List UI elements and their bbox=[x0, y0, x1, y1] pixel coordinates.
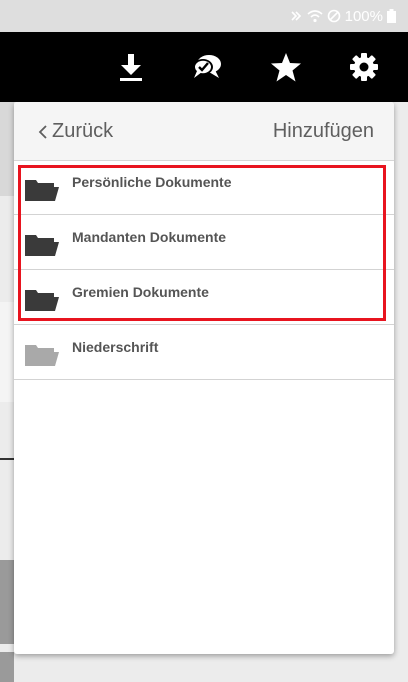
wifi-icon bbox=[307, 9, 323, 23]
settings-button[interactable] bbox=[340, 32, 388, 102]
toolbar bbox=[0, 32, 408, 102]
status-bar: 100% bbox=[0, 0, 408, 32]
chevron-left-icon bbox=[38, 124, 47, 139]
mute-icon bbox=[289, 9, 303, 23]
battery-level: 100% bbox=[344, 7, 383, 25]
folder-icon bbox=[25, 235, 59, 256]
folder-item-gremien-dokumente[interactable]: Gremien Dokumente bbox=[14, 270, 394, 325]
battery-icon bbox=[387, 9, 396, 23]
download-icon bbox=[120, 54, 142, 81]
gear-icon bbox=[350, 53, 378, 81]
back-button[interactable]: Zurück bbox=[38, 120, 113, 143]
folder-item-niederschrift[interactable]: Niederschrift bbox=[14, 325, 394, 380]
folder-item-mandanten-dokumente[interactable]: Mandanten Dokumente bbox=[14, 215, 394, 270]
folder-label: Gremien Dokumente bbox=[72, 284, 209, 300]
folder-icon bbox=[25, 180, 59, 201]
status-icons: 100% bbox=[289, 7, 396, 25]
folder-list: Persönliche Dokumente Mandanten Dokument… bbox=[14, 160, 394, 380]
popover-header: Zurück Hinzufügen bbox=[14, 102, 394, 161]
back-label: Zurück bbox=[52, 120, 114, 142]
add-button[interactable]: Hinzufügen bbox=[273, 120, 374, 143]
no-signal-icon bbox=[327, 9, 341, 23]
folder-label: Mandanten Dokumente bbox=[72, 229, 227, 245]
folder-label: Niederschrift bbox=[72, 339, 159, 355]
star-icon bbox=[271, 52, 301, 81]
chat-button[interactable] bbox=[183, 32, 231, 102]
download-button[interactable] bbox=[107, 32, 155, 102]
chat-icon bbox=[193, 55, 221, 78]
favorites-button[interactable] bbox=[262, 32, 310, 102]
folder-item-persoenliche-dokumente[interactable]: Persönliche Dokumente bbox=[14, 160, 394, 215]
folder-icon bbox=[25, 290, 59, 311]
folder-label: Persönliche Dokumente bbox=[72, 174, 232, 190]
folder-icon bbox=[25, 345, 59, 366]
folder-popover: Zurück Hinzufügen Persönliche Dokumente … bbox=[14, 102, 394, 654]
